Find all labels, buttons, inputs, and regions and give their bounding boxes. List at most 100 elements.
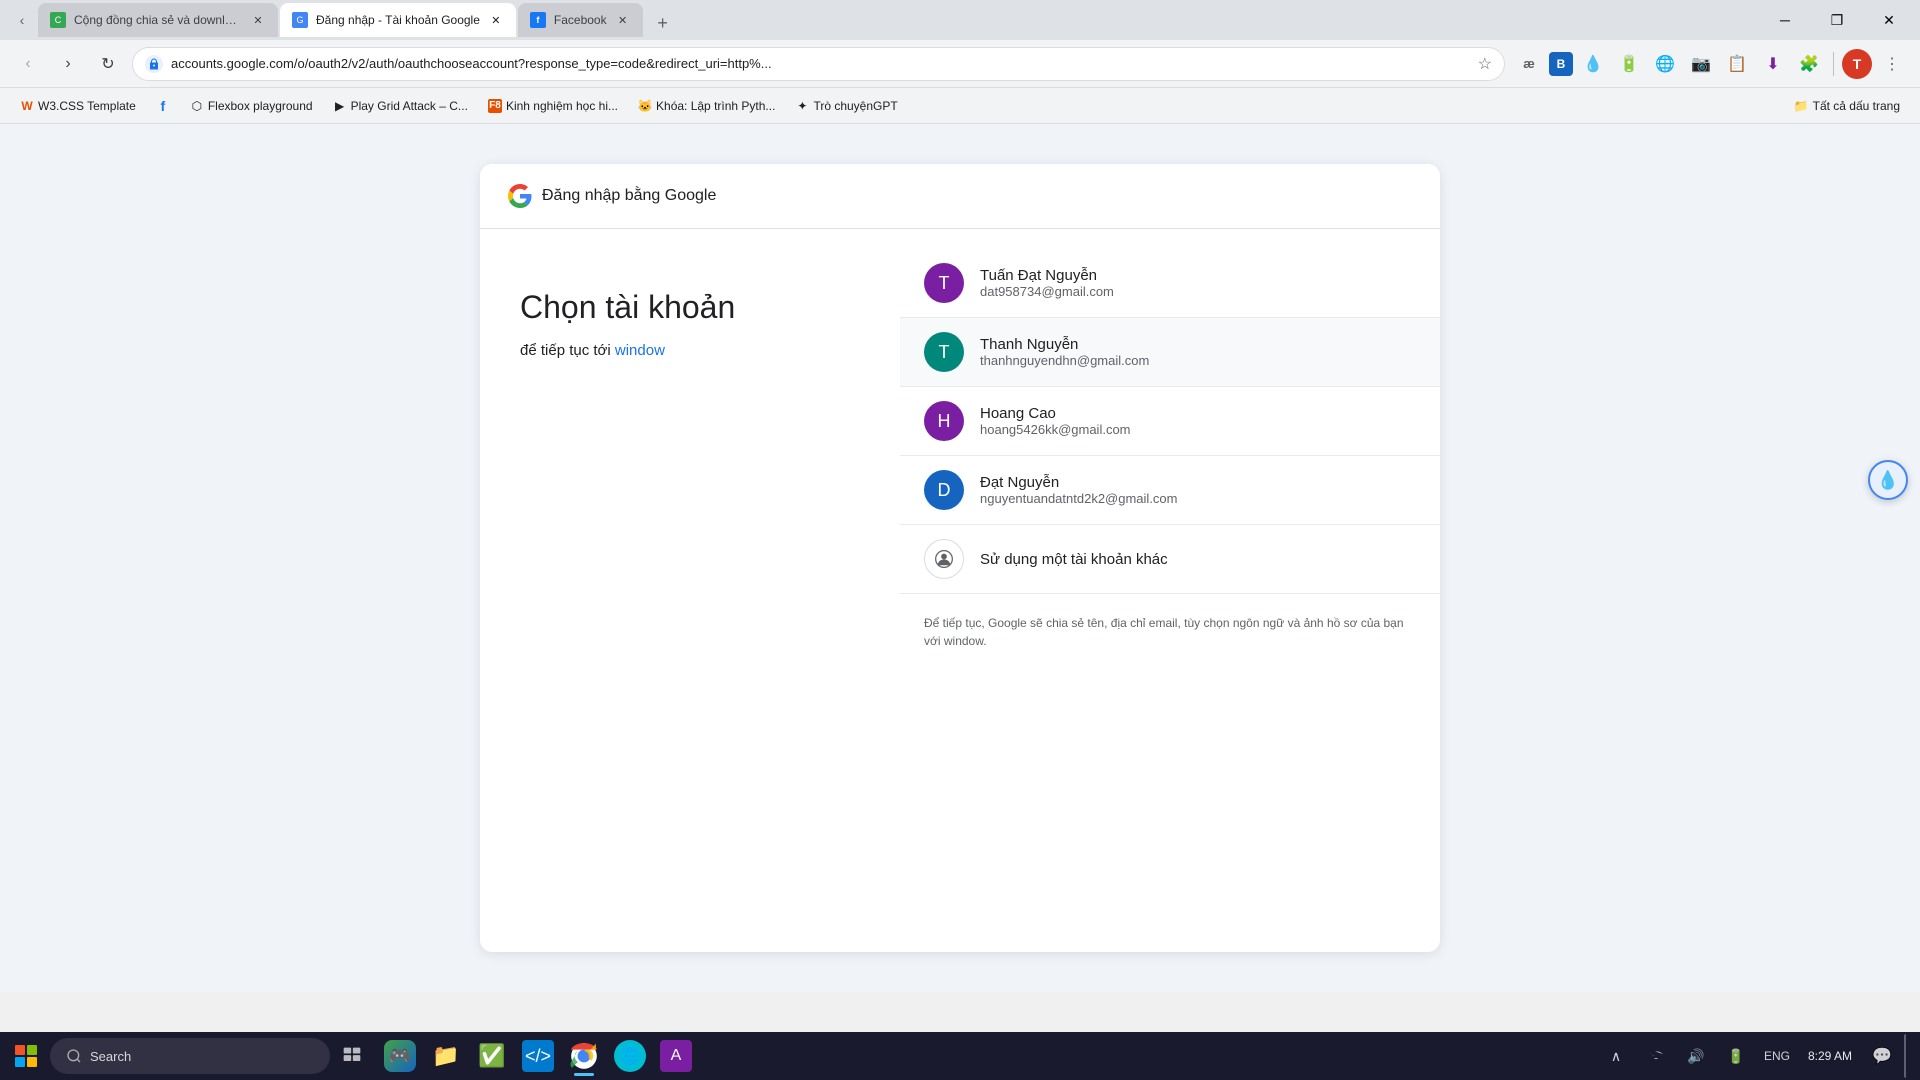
tray-volume-icon[interactable]: 🔊 xyxy=(1678,1034,1714,1078)
browser-window: ‹ C Cộng đồng chia sẻ và downloa... ✕ G … xyxy=(0,0,1920,1080)
tray-network-icon[interactable] xyxy=(1638,1034,1674,1078)
account-avatar-1: T xyxy=(924,263,964,303)
add-account-text: Sử dụng một tài khoản khác xyxy=(980,551,1168,568)
title-bar: ‹ C Cộng đồng chia sẻ và downloa... ✕ G … xyxy=(0,0,1920,40)
tab-favicon-2: G xyxy=(292,12,308,28)
extension-b-icon[interactable]: B xyxy=(1549,52,1573,76)
account-info-2: Thanh Nguyễn thanhnguyendhn@gmail.com xyxy=(980,336,1416,368)
bookmark-flexbox-label: Flexbox playground xyxy=(208,99,313,113)
bookmark-kinh-nghiem-label: Kinh nghiệm học hi... xyxy=(506,99,618,113)
show-desktop-button[interactable] xyxy=(1904,1034,1908,1078)
bookmark-kinh-nghiem[interactable]: F8 Kinh nghiệm học hi... xyxy=(480,95,626,117)
extension-translate-icon[interactable]: 🌐 xyxy=(1649,48,1681,80)
tab-scroll-left[interactable]: ‹ xyxy=(8,6,36,34)
extensions-button[interactable]: 🧩 xyxy=(1793,48,1825,80)
bookmarks-right: 📁 Tất cả dấu trang xyxy=(1786,95,1908,117)
kinh-nghiem-favicon: F8 xyxy=(488,99,502,113)
account-item-2[interactable]: T Thanh Nguyễn thanhnguyendhn@gmail.com xyxy=(900,318,1440,387)
lock-icon xyxy=(145,55,163,73)
account-info-4: Đạt Nguyễn nguyentuandatntd2k2@gmail.com xyxy=(980,474,1416,506)
account-email-3: hoang5426kk@gmail.com xyxy=(980,422,1416,437)
bookmark-khoa-lap-trinh[interactable]: 🐱 Khóa: Lập trình Pyth... xyxy=(630,95,783,117)
bookmark-facebook[interactable]: f xyxy=(148,95,178,117)
google-signin-card: Đăng nhập bằng Google Chọn tài khoản để … xyxy=(480,164,1440,952)
extension-down-icon[interactable]: ⬇ xyxy=(1757,48,1789,80)
start-button[interactable] xyxy=(4,1034,48,1078)
bookmark-tro-chuyen-gpt[interactable]: ✦ Trò chuyệnGPT xyxy=(787,95,905,117)
profile-button[interactable]: T xyxy=(1842,49,1872,79)
extension-drop-icon[interactable]: 💧 xyxy=(1577,48,1609,80)
bookmark-star-icon[interactable]: ☆ xyxy=(1478,54,1492,74)
bookmark-play-grid[interactable]: ▶ Play Grid Attack – C... xyxy=(325,95,476,117)
all-bookmarks-button[interactable]: 📁 Tất cả dấu trang xyxy=(1786,95,1908,117)
continue-link[interactable]: window xyxy=(615,342,665,359)
tray-chevron-icon[interactable]: ∧ xyxy=(1598,1034,1634,1078)
account-avatar-3: H xyxy=(924,401,964,441)
taskbar-app-purple[interactable]: A xyxy=(654,1034,698,1078)
taskbar-app-game[interactable]: 🎮 xyxy=(378,1034,422,1078)
new-tab-button[interactable]: + xyxy=(649,9,677,37)
toolbar-divider xyxy=(1833,52,1834,76)
tab-title-3: Facebook xyxy=(554,13,607,27)
account-name-1: Tuấn Đạt Nguyễn xyxy=(980,267,1416,284)
taskbar-app-vscode[interactable]: </> xyxy=(516,1034,560,1078)
add-account-icon xyxy=(924,539,964,579)
tab-close-2[interactable]: ✕ xyxy=(488,12,504,28)
bookmark-flexbox[interactable]: ⬡ Flexbox playground xyxy=(182,95,321,117)
taskbar: Search 🎮 📁 ✅ </> xyxy=(0,1032,1920,1080)
add-account-item[interactable]: Sử dụng một tài khoản khác xyxy=(900,525,1440,594)
url-text: accounts.google.com/o/oauth2/v2/auth/oau… xyxy=(171,56,1470,71)
tab-close-1[interactable]: ✕ xyxy=(250,12,266,28)
account-item-1[interactable]: T Tuấn Đạt Nguyễn dat958734@gmail.com xyxy=(900,249,1440,318)
reload-button[interactable]: ↻ xyxy=(92,48,124,80)
tab-3[interactable]: f Facebook ✕ xyxy=(518,3,643,37)
taskbar-apps: 🎮 📁 ✅ </> 🌐 xyxy=(378,1034,698,1078)
account-info-1: Tuấn Đạt Nguyễn dat958734@gmail.com xyxy=(980,267,1416,299)
taskbar-clock[interactable]: 8:29 AM xyxy=(1800,1034,1860,1078)
extension-ae-icon[interactable]: æ xyxy=(1513,48,1545,80)
extension-camera-icon[interactable]: 📷 xyxy=(1685,48,1717,80)
account-item-3[interactable]: H Hoang Cao hoang5426kk@gmail.com xyxy=(900,387,1440,456)
tab-2[interactable]: G Đăng nhập - Tài khoản Google ✕ xyxy=(280,3,516,37)
windows-logo-icon xyxy=(15,1045,37,1067)
chrome-menu-button[interactable]: ⋮ xyxy=(1876,48,1908,80)
tab-1[interactable]: C Cộng đồng chia sẻ và downloa... ✕ xyxy=(38,3,278,37)
bookmark-w3css[interactable]: W W3.CSS Template xyxy=(12,95,144,117)
account-avatar-2: T xyxy=(924,332,964,372)
toolbar-icons: æ B 💧 🔋 🌐 📷 📋 ⬇ 🧩 T ⋮ xyxy=(1513,48,1908,80)
account-item-4[interactable]: D Đạt Nguyễn nguyentuandatntd2k2@gmail.c… xyxy=(900,456,1440,525)
search-icon xyxy=(66,1048,82,1064)
taskbar-language[interactable]: ENG xyxy=(1758,1049,1796,1063)
address-bar: ‹ › ↻ accounts.google.com/o/oauth2/v2/au… xyxy=(0,40,1920,88)
extension-yellow-icon[interactable]: 📋 xyxy=(1721,48,1753,80)
notification-center-button[interactable]: 💬 xyxy=(1864,1034,1900,1078)
choose-account-title: Chọn tài khoản xyxy=(520,289,860,326)
facebook-favicon: f xyxy=(156,99,170,113)
close-button[interactable]: ✕ xyxy=(1866,4,1912,36)
taskbar-app-chrome[interactable] xyxy=(562,1034,606,1078)
google-logo xyxy=(508,184,532,208)
tab-close-3[interactable]: ✕ xyxy=(615,12,631,28)
taskbar-app-file-explorer[interactable]: 📁 xyxy=(424,1034,468,1078)
url-bar[interactable]: accounts.google.com/o/oauth2/v2/auth/oau… xyxy=(132,47,1505,81)
taskbar-app-greencheck[interactable]: ✅ xyxy=(470,1034,514,1078)
floating-water-button[interactable]: 💧 xyxy=(1868,460,1908,500)
back-button[interactable]: ‹ xyxy=(12,48,44,80)
task-view-button[interactable] xyxy=(332,1034,372,1078)
tab-title-1: Cộng đồng chia sẻ và downloa... xyxy=(74,13,242,27)
tab-favicon-1: C xyxy=(50,12,66,28)
bookmark-khoa-lap-trinh-label: Khóa: Lập trình Pyth... xyxy=(656,99,775,113)
all-bookmarks-label: Tất cả dấu trang xyxy=(1813,99,1900,113)
tray-battery-icon[interactable]: 🔋 xyxy=(1718,1034,1754,1078)
bookmark-tro-chuyen-gpt-label: Trò chuyệnGPT xyxy=(813,99,897,113)
w3css-favicon: W xyxy=(20,99,34,113)
tro-chuyen-gpt-favicon: ✦ xyxy=(795,99,809,113)
maximize-button[interactable]: ❐ xyxy=(1814,4,1860,36)
flexbox-favicon: ⬡ xyxy=(190,99,204,113)
extension-battery-icon[interactable]: 🔋 xyxy=(1613,48,1645,80)
card-right: T Tuấn Đạt Nguyễn dat958734@gmail.com T xyxy=(900,229,1440,709)
taskbar-search[interactable]: Search xyxy=(50,1038,330,1074)
minimize-button[interactable]: ─ xyxy=(1762,4,1808,36)
forward-button[interactable]: › xyxy=(52,48,84,80)
taskbar-app-network[interactable]: 🌐 xyxy=(608,1034,652,1078)
